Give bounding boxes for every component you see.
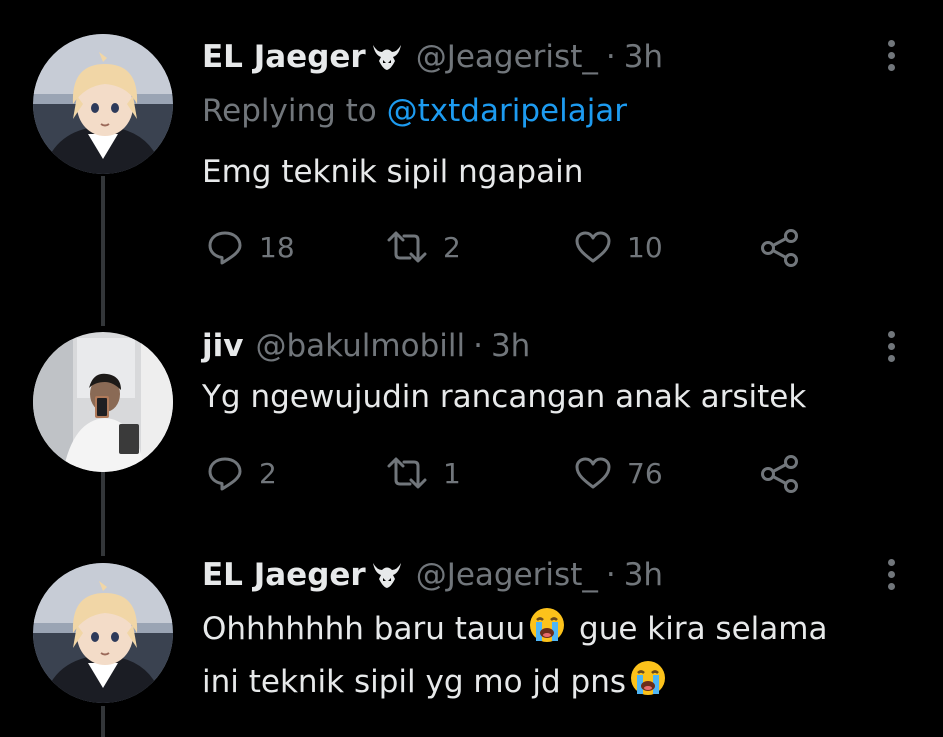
like-button[interactable]: 10 <box>573 225 663 269</box>
tweet-header: EL Jaeger @Jeagerist_ · 3h <box>202 37 663 77</box>
anime-character-avatar-image <box>33 563 173 703</box>
more-options-icon[interactable] <box>876 33 906 77</box>
avatar[interactable] <box>33 34 173 174</box>
separator-dot: · <box>473 328 483 364</box>
mirror-selfie-avatar-image <box>33 332 173 472</box>
retweet-count: 2 <box>443 230 461 264</box>
loudly-crying-face-icon <box>527 605 567 645</box>
share-icon <box>761 455 798 493</box>
tweet-actions: 18 2 10 <box>205 225 825 269</box>
tweet-text-part: ini teknik sipil yg mo jd pns <box>202 664 627 700</box>
tweet-thread: EL Jaeger @Jeagerist_ · 3h Replying to @… <box>0 0 943 737</box>
separator-dot: · <box>605 557 616 593</box>
tweet-text-line: Emg teknik sipil ngapain <box>202 154 584 190</box>
tweet-actions: 2 1 76 <box>205 451 825 495</box>
display-name[interactable]: EL Jaeger <box>202 37 366 77</box>
more-options-icon[interactable] <box>876 552 906 596</box>
horned-helmet-icon <box>370 560 404 590</box>
share-icon <box>761 229 798 267</box>
loudly-crying-face-icon <box>628 658 668 698</box>
heart-icon <box>575 231 611 263</box>
avatar[interactable] <box>33 563 173 703</box>
share-button[interactable] <box>758 225 802 269</box>
reply-icon <box>208 457 242 491</box>
mention-link[interactable]: @txtdaripelajar <box>387 93 627 129</box>
timestamp[interactable]: 3h <box>624 37 663 77</box>
separator-dot: · <box>605 39 616 75</box>
timestamp[interactable]: 3h <box>624 555 663 595</box>
user-handle[interactable]: @bakulmobill <box>255 326 465 366</box>
tweet[interactable]: EL Jaeger @Jeagerist_ · 3h Replying to @… <box>0 0 943 300</box>
tweet-text: Ohhhhhhh baru tauu gue kira selama ini te… <box>202 603 912 709</box>
tweet-header: jiv @bakulmobill · 3h <box>202 326 530 366</box>
display-name[interactable]: EL Jaeger <box>202 555 366 595</box>
user-handle[interactable]: @Jeagerist_ <box>416 37 598 77</box>
user-handle[interactable]: @Jeagerist_ <box>416 555 598 595</box>
more-options-icon[interactable] <box>876 324 906 368</box>
reply-button[interactable]: 18 <box>205 225 295 269</box>
tweet-text: Yg ngewujudin rancangan anak arsitek <box>202 371 912 424</box>
retweet-icon <box>387 231 427 263</box>
retweet-button[interactable]: 2 <box>385 225 461 269</box>
share-button[interactable] <box>758 451 802 495</box>
heart-icon <box>575 457 611 489</box>
reply-count: 2 <box>259 456 277 490</box>
retweet-icon <box>387 457 427 489</box>
like-count: 76 <box>627 456 663 490</box>
retweet-count: 1 <box>443 456 461 490</box>
tweet-text: Emg teknik sipil ngapain <box>202 146 912 199</box>
display-name[interactable]: jiv <box>202 326 243 366</box>
tweet-text-part: Ohhhhhhh baru tauu <box>202 611 526 647</box>
timestamp[interactable]: 3h <box>491 326 530 366</box>
tweet[interactable]: EL Jaeger @Jeagerist_ · 3h Ohhhhhhh baru… <box>0 530 943 737</box>
tweet-header: EL Jaeger @Jeagerist_ · 3h <box>202 555 663 595</box>
tweet-text-part: gue kira selama <box>569 611 828 647</box>
reply-icon <box>208 231 242 265</box>
retweet-button[interactable]: 1 <box>385 451 461 495</box>
horned-helmet-icon <box>370 42 404 72</box>
replying-to: Replying to @txtdaripelajar <box>202 91 627 131</box>
like-count: 10 <box>627 230 663 264</box>
avatar[interactable] <box>33 332 173 472</box>
reply-button[interactable]: 2 <box>205 451 277 495</box>
reply-count: 18 <box>259 230 295 264</box>
replying-to-label: Replying to <box>202 93 377 129</box>
anime-character-avatar-image <box>33 34 173 174</box>
tweet[interactable]: jiv @bakulmobill · 3h Yg ngewujudin ranc… <box>0 300 943 530</box>
tweet-text-line: Yg ngewujudin rancangan anak arsitek <box>202 379 807 415</box>
like-button[interactable]: 76 <box>573 451 663 495</box>
